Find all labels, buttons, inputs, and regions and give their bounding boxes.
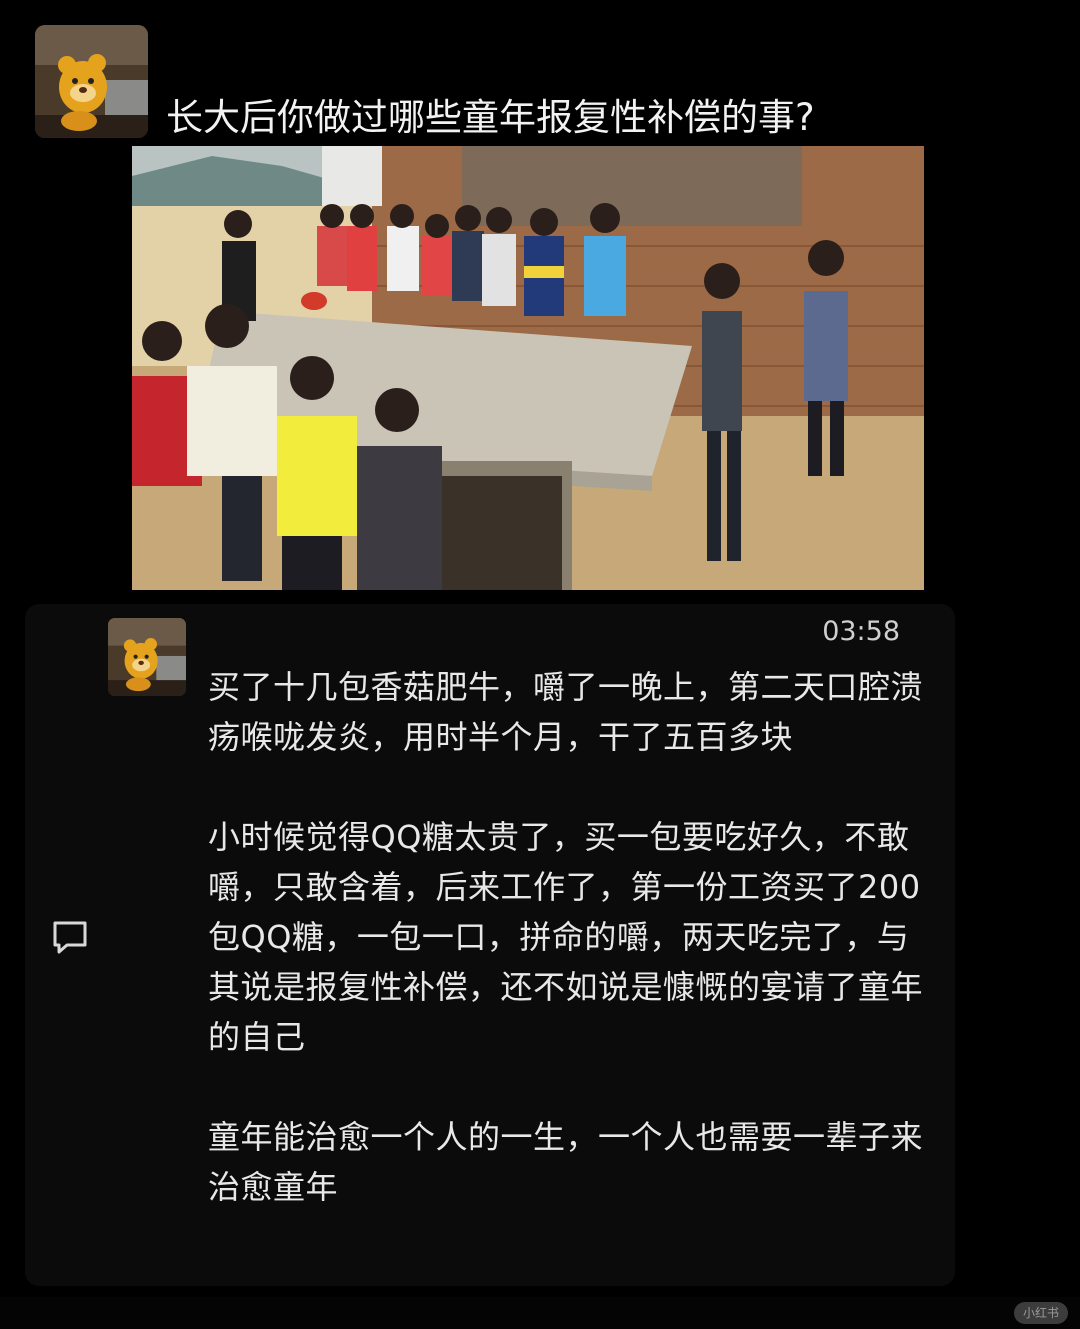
post-title: 长大后你做过哪些童年报复性补偿的事? [166,96,815,139]
bottom-bar [0,1297,1080,1329]
reply-paragraph: 买了十几包香菇肥牛，嚼了一晚上，第二天口腔溃疡喉咙发炎，用时半个月，干了五百多块 [208,668,924,756]
cartoon-bear-avatar-icon [108,618,186,696]
reply-body: 买了十几包香菇肥牛，嚼了一晚上，第二天口腔溃疡喉咙发炎，用时半个月，干了五百多块… [208,662,923,1212]
post-photo[interactable] [132,146,924,590]
reply-author-avatar[interactable] [108,618,186,696]
post-header: 长大后你做过哪些童年报复性补偿的事? [0,0,1080,146]
comment-bubble-icon[interactable] [51,919,89,955]
children-ping-pong-photo [132,146,924,590]
author-avatar[interactable] [35,25,148,138]
reply-paragraph: 童年能治愈一个人的一生，一个人也需要一辈子来治愈童年 [208,1118,924,1206]
watermark-badge: 小红书 [1014,1302,1068,1324]
cartoon-bear-avatar-icon [35,25,148,138]
reply-paragraph: 小时候觉得QQ糖太贵了，买一包要吃好久，不敢嚼，只敢含着，后来工作了，第一份工资… [208,818,924,1056]
reply-timestamp: 03:58 [822,616,900,647]
